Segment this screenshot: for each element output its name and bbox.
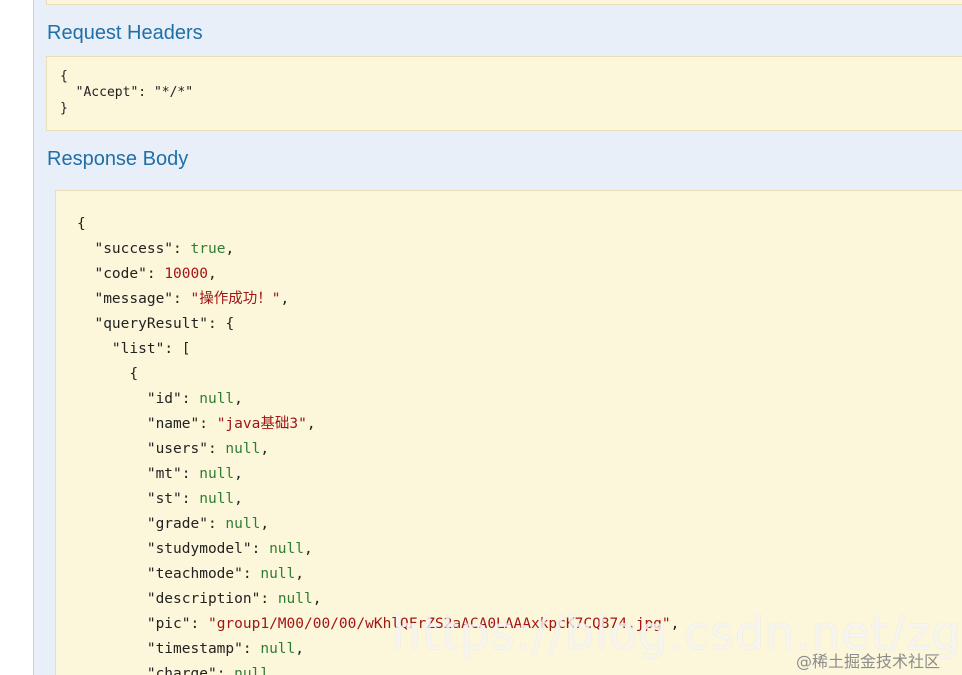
query-result-line: "queryResult": { <box>94 316 235 332</box>
json-value: null <box>225 516 261 532</box>
headers-close: } <box>60 101 68 116</box>
json-key: "queryResult" <box>94 316 208 332</box>
previous-code-box <box>46 0 962 5</box>
response-body-title: Response Body <box>47 148 189 170</box>
json-key: "grade" <box>146 516 208 532</box>
json-key: "charge" <box>146 666 217 675</box>
api-doc-page: Request Headers { "Accept": "*/*"} Respo… <box>0 0 962 675</box>
code-line: "code": 10000, <box>94 266 217 282</box>
request-headers-code[interactable]: { "Accept": "*/*"} <box>46 56 962 131</box>
json-key: "name" <box>146 416 200 432</box>
body-open: { <box>77 216 86 232</box>
name-line: "name": "java基础3", <box>146 416 316 432</box>
request-headers-title: Request Headers <box>47 22 203 44</box>
juejin-watermark: @稀土掘金技术社区 <box>796 652 941 671</box>
json-key: "timestamp" <box>146 641 243 657</box>
st-line: "st": null, <box>146 491 243 507</box>
response-panel: Request Headers { "Accept": "*/*"} Respo… <box>34 0 962 675</box>
teachmode-line: "teachmode": null, <box>146 566 304 582</box>
accept-value: "*/*" <box>153 85 194 100</box>
id-line: "id": null, <box>146 391 243 407</box>
headers-open: { <box>60 69 68 84</box>
json-value: null <box>234 666 270 675</box>
json-value: true <box>190 241 226 257</box>
success-line: "success": true, <box>94 241 235 257</box>
accept-key: "Accept" <box>75 85 139 100</box>
json-value: null <box>260 641 296 657</box>
json-key: "st" <box>146 491 182 507</box>
json-value: "操作成功！" <box>190 291 281 307</box>
json-value: null <box>199 491 235 507</box>
response-body-code[interactable]: { "success": true, "code": 10000, "messa… <box>55 190 962 675</box>
list-line: "list": [ <box>111 341 191 357</box>
json-value: null <box>269 541 304 557</box>
json-value: 10000 <box>164 266 208 282</box>
json-key: "users" <box>146 441 208 457</box>
json-key: "id" <box>146 391 182 407</box>
grade-line: "grade": null, <box>146 516 270 532</box>
json-key: "studymodel" <box>146 541 252 557</box>
json-value: null <box>260 566 296 582</box>
json-value: null <box>277 591 313 607</box>
json-value: null <box>199 466 235 482</box>
json-key: "code" <box>94 266 147 282</box>
json-key: "teachmode" <box>146 566 243 582</box>
json-key: "pic" <box>146 616 191 632</box>
headers-accept-line: "Accept": "*/*" <box>75 85 194 100</box>
studymodel-line: "studymodel": null, <box>146 541 313 557</box>
json-key: "message" <box>94 291 174 307</box>
json-key: "success" <box>94 241 174 257</box>
json-value: null <box>199 391 235 407</box>
left-gutter <box>0 0 34 675</box>
json-key: "mt" <box>146 466 182 482</box>
json-key: "description" <box>146 591 261 607</box>
json-value: null <box>225 441 261 457</box>
message-line: "message": "操作成功！", <box>94 291 290 307</box>
json-key: "list" <box>111 341 165 357</box>
mt-line: "mt": null, <box>146 466 243 482</box>
users-line: "users": null, <box>146 441 270 457</box>
json-value: "java基础3" <box>216 416 307 432</box>
item-open-line: { <box>129 366 139 382</box>
